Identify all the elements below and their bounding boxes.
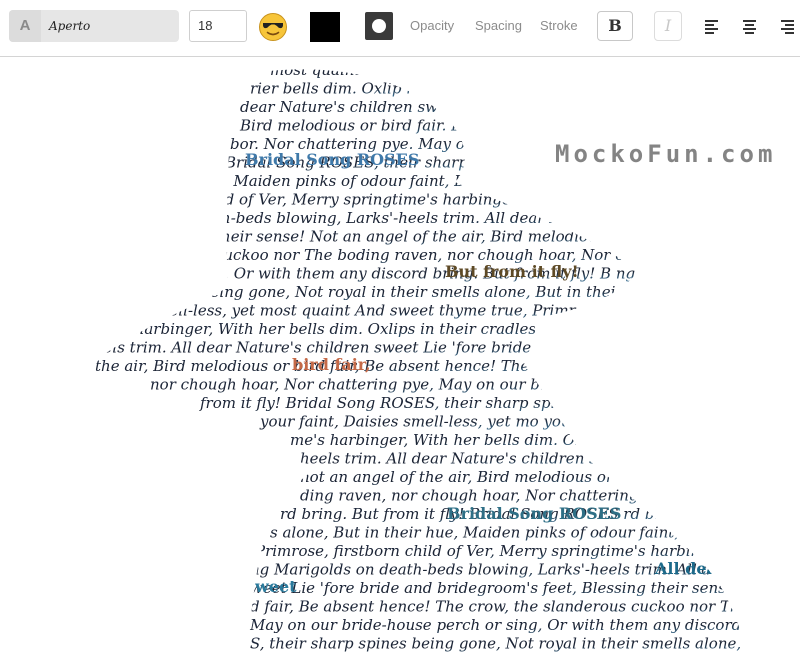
word-art-line: the air, Bird melodious or bird fair, Be… — [95, 357, 800, 375]
word-art-line: heels trim. All dear Nature's children s… — [85, 339, 800, 357]
circle-shape-button[interactable] — [365, 12, 393, 40]
opacity-button[interactable]: Opacity — [410, 18, 454, 34]
word-art-line: s alone, But in their hue, Maiden pinks … — [270, 524, 800, 542]
word-art-highlight: But from it fly! — [445, 262, 579, 281]
word-art-line: nor chough hoar, Nor chattering pye, May… — [150, 376, 800, 394]
word-art-line: from it fly! Bridal Song ROSES, their sh… — [199, 394, 800, 412]
bold-button[interactable]: B — [597, 11, 633, 41]
word-art-highlight: weet — [254, 577, 297, 596]
word-art-line: ild of Ver, Merry springtime's harbinger… — [215, 191, 800, 209]
word-art-line: their sense! Not an angel of the air, Bi… — [215, 228, 800, 246]
text-color-swatch[interactable] — [310, 12, 340, 42]
font-family-select[interactable]: A Aperto — [9, 10, 179, 42]
word-art-line: dear Nature's children swee dear Nature'… — [240, 98, 676, 116]
word-art-line: most quaint And sweet thyme most quaint … — [270, 61, 728, 79]
word-art-highlight: All dea — [654, 559, 717, 578]
word-art-line: th-beds blowing, Larks'-heels trim. All … — [215, 209, 800, 227]
align-center-icon[interactable] — [743, 19, 757, 34]
font-letter-icon: A — [9, 10, 41, 42]
word-art-line: sharp spines being gone, Not royal in th… — [100, 283, 800, 301]
word-art-line: Bird melodious or bird fair. Be Bird mel… — [239, 117, 707, 135]
font-size-input[interactable]: 18 — [189, 10, 247, 42]
word-art-line: e. Maiden pinks of odour faint, Daisies … — [215, 172, 800, 190]
sunglasses-emoji-icon[interactable] — [258, 12, 288, 42]
word-art-line: ding raven, nor chough hoar, Nor chatter… — [300, 487, 800, 505]
font-family-value: Aperto — [49, 19, 91, 33]
word-art-line: S, their sharp spines being gone, Not ro… — [250, 635, 800, 653]
design-canvas[interactable]: most quaint And sweet thyme most quaint … — [0, 57, 800, 657]
word-art-highlight: Bridal Song ROSES — [245, 150, 419, 169]
mockofun-watermark: MockoFun.com — [555, 140, 777, 168]
word-art-highlight: Bridal Song ROSES — [447, 504, 621, 523]
circle-shape-icon — [372, 19, 386, 33]
word-art-line: aisies smell-less, yet most quaint And s… — [100, 302, 800, 320]
stroke-button[interactable]: Stroke — [540, 18, 578, 34]
word-art-line: me's harbinger, With her bells dim. Oxli… — [95, 320, 800, 338]
word-art-line: Primrose, firstborn child of Ver, Merry … — [254, 542, 800, 560]
word-art-line: not an angel of the air, Bird melodious … — [300, 468, 800, 486]
word-art-line: May on our bride-house perch or sing, Or… — [249, 616, 800, 634]
editor-toolbar: A Aperto 18 Opacity Spacing Stroke B I — [0, 0, 800, 57]
italic-button[interactable]: I — [654, 11, 682, 41]
spacing-button[interactable]: Spacing — [475, 18, 522, 34]
word-art-line: ng Marigolds on death-beds blowing, Lark… — [250, 561, 800, 579]
word-art-line: your faint, Daisies smell-less, yet mo y… — [259, 413, 800, 431]
word-art-line: heels trim. All dear Nature's children s… — [300, 450, 800, 468]
align-right-icon[interactable] — [781, 19, 795, 34]
word-art-highlight: bird fair, — [292, 355, 371, 374]
word-art-line: me's harbinger, With her bells dim. Ox m… — [290, 431, 800, 449]
word-art-line: weet Lie 'fore bride and bridegroom's fe… — [250, 579, 800, 597]
align-left-icon[interactable] — [705, 19, 719, 34]
word-art-line: rier bells dim. Oxlip rier bells dim. Ox… — [250, 80, 558, 98]
word-art-line: d fair, Be absent hence! The crow, the s… — [250, 598, 800, 616]
